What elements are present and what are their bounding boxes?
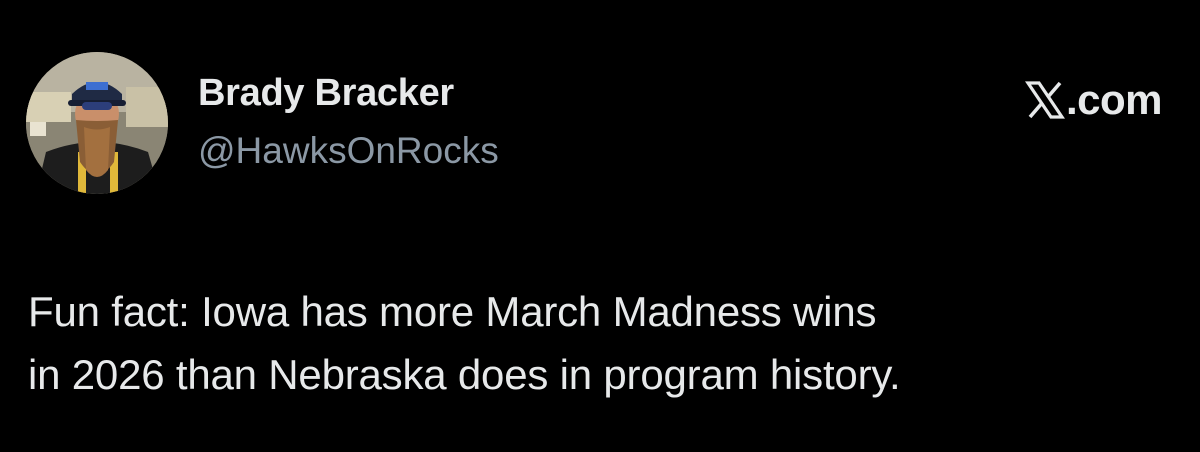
tweet-card: Brady Bracker @HawksOnRocks .com Fun fac… (0, 0, 1200, 452)
avatar-photo-icon (26, 52, 168, 194)
x-logo-icon (1024, 80, 1065, 120)
tweet-line: Fun fact: Iowa has more March Madness wi… (28, 288, 877, 335)
x-com-brand: .com (1024, 76, 1163, 124)
brand-domain-label: .com (1065, 76, 1163, 123)
tweet-line: in 2026 than Nebraska does in program hi… (28, 351, 901, 398)
tweet-body: Fun fact: Iowa has more March Madness wi… (28, 280, 1178, 406)
author-display-name[interactable]: Brady Bracker (198, 72, 454, 115)
author-handle[interactable]: @HawksOnRocks (198, 130, 499, 172)
avatar[interactable] (26, 52, 168, 194)
